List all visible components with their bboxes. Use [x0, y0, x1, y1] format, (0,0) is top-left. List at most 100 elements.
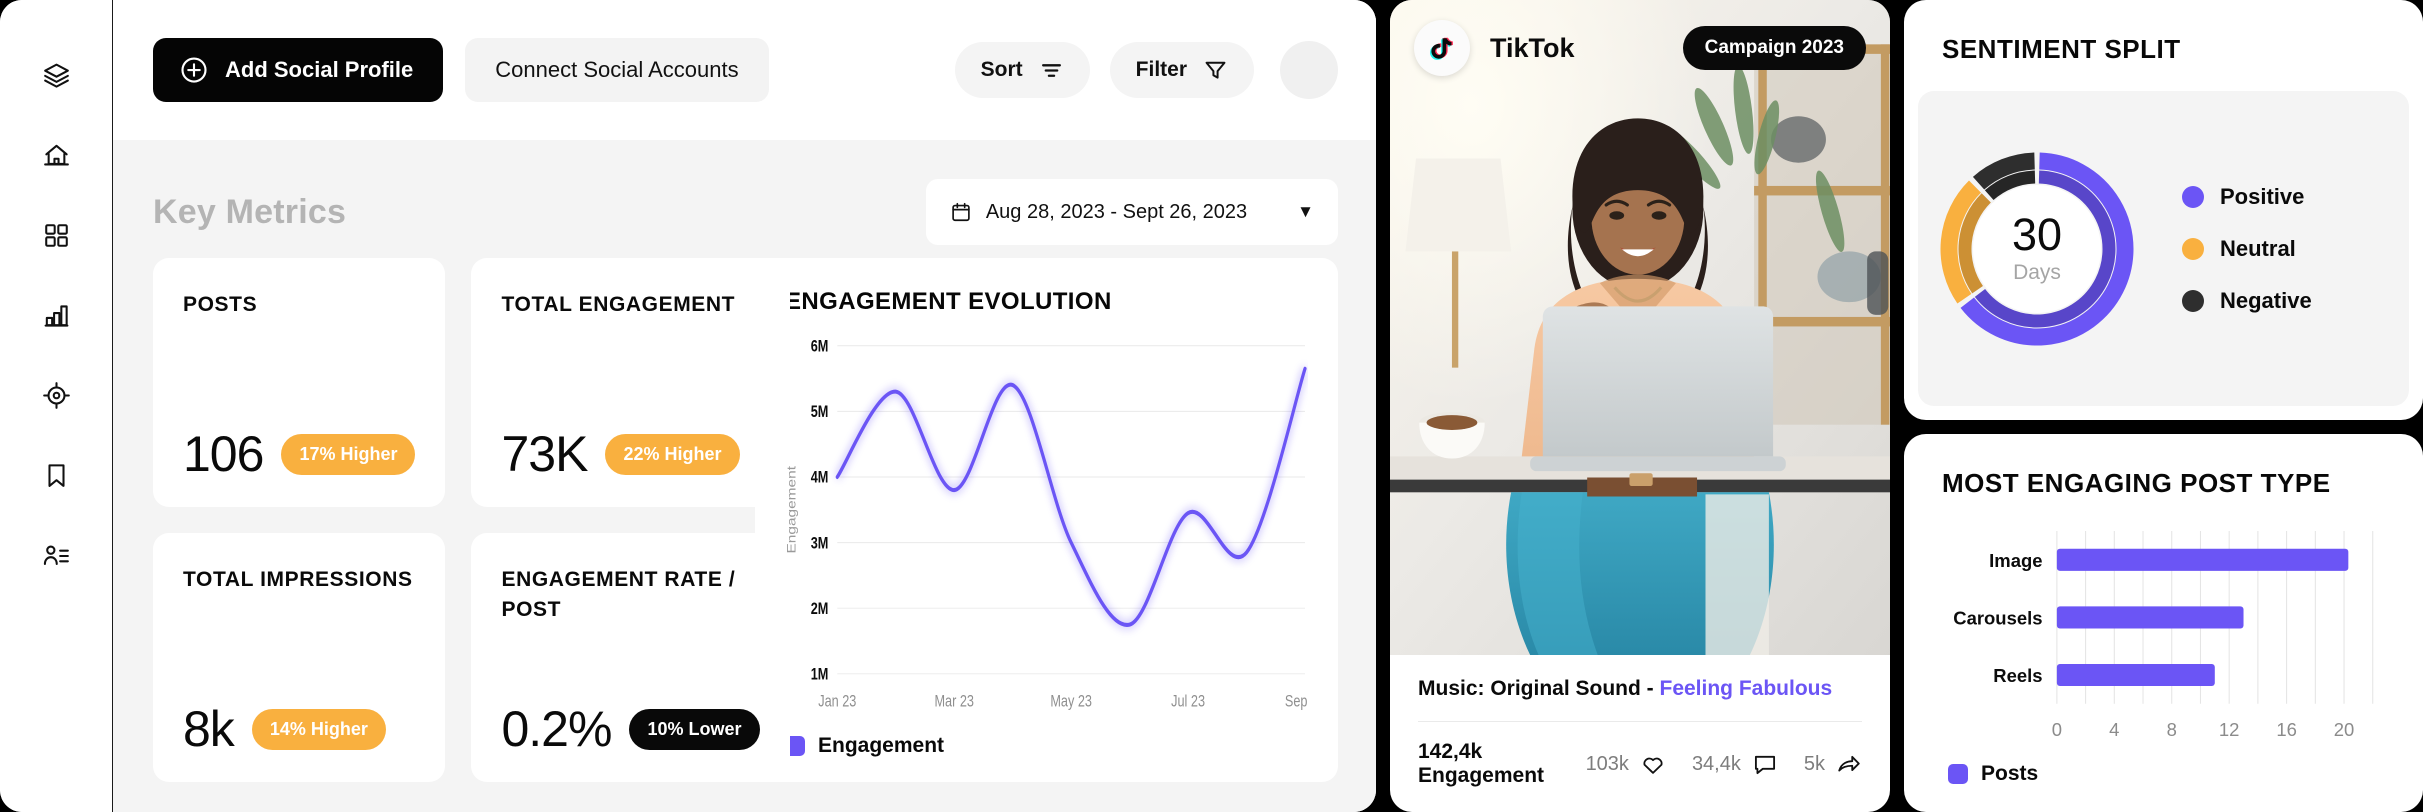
- connect-social-accounts-button[interactable]: Connect Social Accounts: [465, 38, 769, 102]
- sidebar-item-analytics[interactable]: [29, 288, 83, 342]
- metric-value: 73K: [501, 426, 588, 482]
- legend-item-positive: Positive: [2182, 184, 2312, 210]
- svg-text:Sep 23: Sep 23: [1285, 693, 1308, 711]
- legend-dot-negative: [2182, 289, 2204, 312]
- key-metrics-section: Key Metrics Aug 28, 2023 - Sept 26, 2023…: [113, 140, 1376, 812]
- sidebar-item-home[interactable]: [29, 128, 83, 182]
- metric-bottom: 0.2% 10% Lower: [501, 701, 760, 757]
- svg-text:Engagement: Engagement: [785, 466, 798, 554]
- connect-social-accounts-label: Connect Social Accounts: [495, 57, 739, 82]
- bar-chart-plot: Image Carousels Reels 0 4 8 12 16 20: [1904, 499, 2423, 762]
- campaign-badge[interactable]: Campaign 2023: [1682, 26, 1866, 70]
- target-icon: [42, 381, 71, 410]
- date-range-picker[interactable]: Aug 28, 2023 - Sept 26, 2023 ▼: [925, 179, 1338, 245]
- tiktok-media[interactable]: TikTok Campaign 2023: [1390, 0, 1890, 655]
- user-list-icon: [42, 541, 71, 570]
- dashboard-panel: Add Social Profile Connect Social Accoun…: [0, 0, 1376, 812]
- bar-chart-icon: [42, 301, 71, 330]
- comments-count: 34,4k: [1691, 752, 1741, 775]
- avatar[interactable]: [1280, 41, 1338, 99]
- tiktok-card-header: TikTok Campaign 2023: [1390, 0, 1890, 96]
- metric-card-total-impressions: TOTAL IMPRESSIONS 8k 14% Higher: [153, 533, 446, 782]
- metric-bottom: 106 17% Higher: [183, 426, 416, 482]
- metric-label: POSTS: [183, 293, 258, 316]
- post-photo: [1390, 0, 1890, 655]
- metrics-grid: POSTS 106 17% Higher TOTAL ENGAGEMENT 73…: [153, 258, 1338, 782]
- svg-text:12: 12: [2219, 719, 2240, 740]
- status-badge: 14% Higher: [251, 708, 386, 750]
- post-stats: 142,4k Engagement 103k 34,4k 5k: [1418, 740, 1862, 788]
- metric-label: ENGAGEMENT RATE / POST: [501, 568, 736, 621]
- legend-label-engagement: Engagement: [818, 734, 945, 757]
- svg-text:20: 20: [2334, 719, 2355, 740]
- svg-text:2M: 2M: [811, 601, 829, 619]
- metric-value: 106: [183, 426, 264, 482]
- metric-bottom: 73K 22% Higher: [501, 429, 759, 479]
- tiktok-card-footer: Music: Original Sound - Feeling Fabulous…: [1390, 655, 1890, 812]
- post-type-title: MOST ENGAGING POST TYPE: [1942, 468, 2331, 498]
- filter-icon: [1203, 58, 1228, 83]
- sidebar-item-layers[interactable]: [29, 48, 83, 102]
- sort-label: Sort: [980, 58, 1023, 81]
- most-engaging-post-type-panel: MOST ENGAGING POST TYPE Image Carousels Re…: [1904, 434, 2423, 812]
- status-badge: 10% Lower: [629, 708, 760, 750]
- sidebar-item-dashboard[interactable]: [29, 208, 83, 262]
- platform-name: TikTok: [1490, 32, 1575, 63]
- layers-icon: [42, 61, 71, 90]
- legend-item-neutral: Neutral: [2182, 236, 2312, 262]
- bar-chart-svg: Image Carousels Reels 0 4 8 12 16 20: [1953, 531, 2374, 740]
- status-badge: 17% Higher: [281, 433, 416, 475]
- share-icon: [1836, 751, 1862, 777]
- svg-text:4M: 4M: [811, 469, 829, 487]
- metric-label: TOTAL IMPRESSIONS: [183, 568, 413, 591]
- tiktok-post-card: TikTok Campaign 2023 Music: Original Sou…: [1390, 0, 1890, 812]
- sidebar-item-saved[interactable]: [29, 448, 83, 502]
- music-track-link[interactable]: Feeling Fabulous: [1660, 677, 1833, 700]
- bookmark-icon: [42, 461, 71, 490]
- grid-icon: [42, 221, 71, 250]
- svg-text:6M: 6M: [811, 338, 829, 356]
- sentiment-title: SENTIMENT SPLIT: [1942, 34, 2181, 64]
- shares-stat[interactable]: 5k: [1804, 751, 1862, 777]
- svg-text:8: 8: [2167, 719, 2177, 740]
- chart-title: ENGAGEMENT EVOLUTION: [785, 288, 1112, 315]
- svg-text:5M: 5M: [811, 404, 829, 422]
- svg-text:Jan 23: Jan 23: [818, 693, 856, 711]
- sidebar-item-audience[interactable]: [29, 528, 83, 582]
- svg-text:May 23: May 23: [1050, 693, 1092, 711]
- svg-text:3M: 3M: [811, 535, 829, 553]
- metric-value: 0.2%: [501, 701, 612, 757]
- plus-circle-icon: [179, 55, 209, 85]
- svg-text:1M: 1M: [811, 666, 829, 684]
- svg-text:4: 4: [2109, 719, 2119, 740]
- svg-text:Carousels: Carousels: [1953, 608, 2042, 629]
- filter-button[interactable]: Filter: [1109, 42, 1254, 98]
- svg-text:Mar 23: Mar 23: [934, 693, 974, 711]
- comments-stat[interactable]: 34,4k: [1692, 751, 1778, 777]
- metric-label: TOTAL ENGAGEMENT: [501, 293, 736, 316]
- bar-chart-legend: Posts: [1904, 762, 2423, 812]
- line-chart-svg: Engagement 1M 2M 3M 4M 5M 6M Jan 23 Mar 23 May 23…: [785, 338, 1308, 711]
- metric-value: 8k: [183, 701, 235, 757]
- metric-card-total-engagement: TOTAL ENGAGEMENT 73K 22% Higher: [471, 258, 790, 507]
- donut-chart: 30 Days: [1934, 146, 2140, 352]
- sidebar-item-goals[interactable]: [29, 368, 83, 422]
- sidebar: [0, 0, 113, 812]
- right-column: SENTIMENT SPLIT 30 Days Positive Neutral…: [1904, 0, 2423, 812]
- sort-icon: [1039, 58, 1064, 83]
- add-social-profile-label: Add Social Profile: [225, 57, 414, 82]
- heart-icon: [1640, 751, 1666, 777]
- svg-text:0: 0: [2052, 719, 2062, 740]
- add-social-profile-button[interactable]: Add Social Profile: [153, 38, 444, 102]
- legend-label-negative: Negative: [2220, 287, 2312, 313]
- legend-dot-positive: [2182, 185, 2204, 208]
- legend-swatch-posts: [1948, 764, 1968, 784]
- likes-stat[interactable]: 103k: [1586, 751, 1666, 777]
- dashboard-content: Add Social Profile Connect Social Accoun…: [113, 0, 1376, 812]
- music-prefix: Music: Original Sound -: [1418, 677, 1660, 700]
- svg-text:Image: Image: [1989, 550, 2042, 571]
- calendar-icon: [950, 201, 972, 223]
- svg-text:16: 16: [2276, 719, 2297, 740]
- engagement-total: 142,4k Engagement: [1418, 740, 1545, 787]
- sort-button[interactable]: Sort: [954, 42, 1090, 98]
